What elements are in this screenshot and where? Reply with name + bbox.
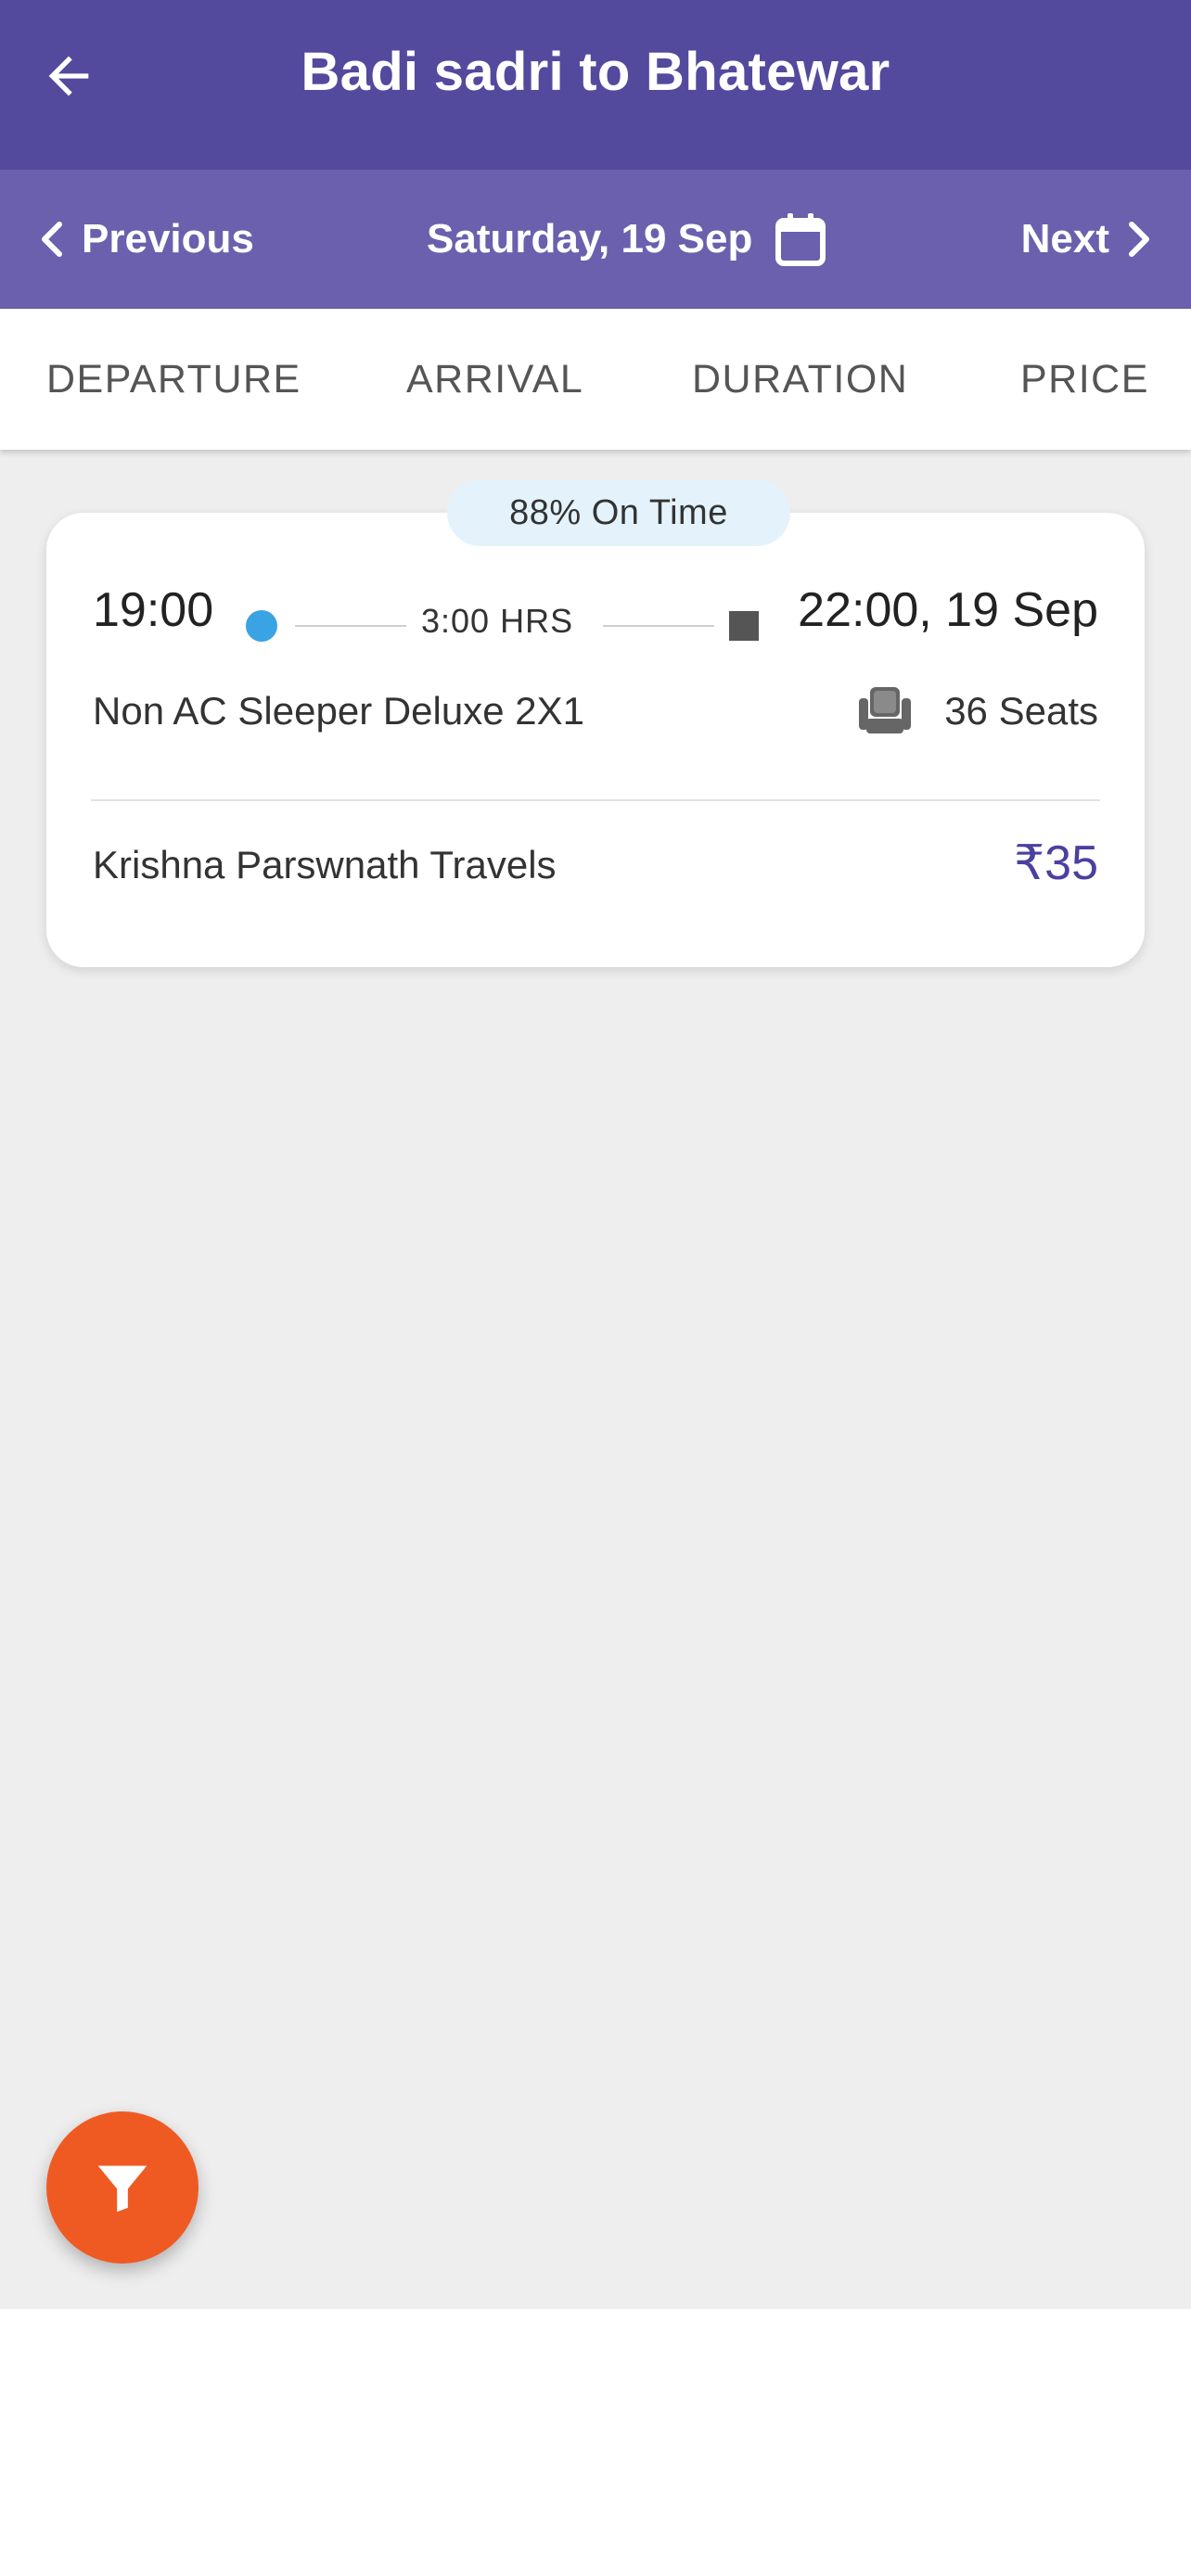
chevron-right-icon [1129, 222, 1149, 257]
previous-label: Previous [82, 216, 254, 261]
fare-price: ₹35 [1014, 836, 1098, 890]
arrival-time: 22:00, 19 Sep [798, 583, 1098, 637]
route-line [295, 625, 406, 627]
filter-icon [97, 2165, 147, 2213]
sort-tab-arrival[interactable]: ARRIVAL [406, 309, 583, 450]
date-navigation-bar: Previous Saturday, 19 Sep Next [0, 170, 1191, 309]
bus-type: Non AC Sleeper Deluxe 2X1 [93, 689, 584, 733]
sort-bar: DEPARTURE ARRIVAL DURATION PRICE [0, 309, 1191, 450]
route-line [603, 625, 714, 627]
previous-day-button[interactable]: Previous [37, 170, 254, 309]
date-picker-button[interactable]: Saturday, 19 Sep [427, 170, 826, 309]
seats-available: 36 Seats [944, 689, 1098, 733]
bottom-blank-area [0, 2309, 1191, 2576]
card-divider [91, 799, 1100, 801]
page-title: Badi sadri to Bhatewar [301, 42, 890, 102]
bus-result-card[interactable]: 88% On Time 19:00 3:00 HRS 22:00, 19 Sep… [46, 479, 1145, 967]
next-day-button[interactable]: Next [1021, 170, 1154, 309]
selected-date: Saturday, 19 Sep [427, 216, 753, 261]
departure-dot-icon [246, 610, 277, 642]
operator-name: Krishna Parswnath Travels [93, 843, 557, 886]
seat-icon [859, 687, 911, 733]
sort-tab-duration[interactable]: DURATION [692, 309, 908, 450]
trip-duration: 3:00 HRS [421, 602, 574, 640]
filter-button[interactable] [46, 2111, 198, 2264]
calendar-icon [775, 213, 826, 266]
results-list: 88% On Time 19:00 3:00 HRS 22:00, 19 Sep… [0, 450, 1191, 2309]
sort-tab-price[interactable]: PRICE [1020, 309, 1149, 450]
sort-tab-departure[interactable]: DEPARTURE [46, 309, 301, 450]
next-label: Next [1020, 216, 1109, 261]
departure-time: 19:00 [93, 583, 214, 637]
app-header: Badi sadri to Bhatewar [0, 0, 1191, 170]
chevron-left-icon [42, 222, 62, 257]
on-time-badge: 88% On Time [447, 479, 790, 546]
arrival-square-icon [729, 611, 759, 641]
